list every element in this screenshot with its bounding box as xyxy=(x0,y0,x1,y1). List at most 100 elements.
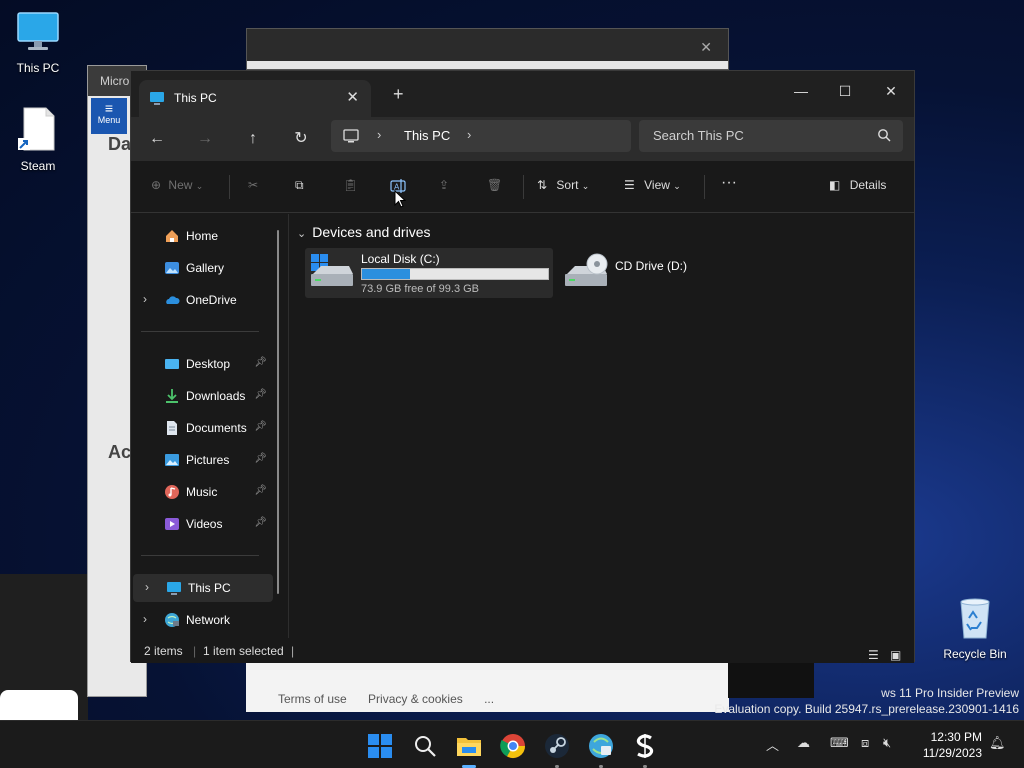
chrome-icon[interactable] xyxy=(498,731,528,761)
nav-label: Desktop xyxy=(186,357,231,371)
pin-icon[interactable]: 📌︎ xyxy=(254,357,267,368)
drive-free-space: 73.9 GB free of 99.3 GB xyxy=(361,283,480,295)
clock-date: 11/29/2023 xyxy=(922,746,982,760)
chevron-right-icon[interactable]: › xyxy=(377,127,381,142)
desktop-icon-recycle-bin[interactable]: Recycle Bin xyxy=(943,596,1007,661)
documents-icon xyxy=(164,420,180,436)
nav-divider xyxy=(141,555,259,556)
details-button[interactable]: ◧ Details xyxy=(829,178,886,198)
list-view-icon: ☰ xyxy=(868,648,879,662)
up-button[interactable]: ↑ xyxy=(242,129,264,151)
chevron-up-icon[interactable]: ︿ xyxy=(766,735,779,754)
sort-button[interactable]: ⇅ Sort ⌄ xyxy=(537,178,589,198)
file-explorer-window[interactable]: This PC ✕ + — ☐ ✕ ← → ↑ ↻ › This PC › Se… xyxy=(130,70,915,663)
nav-item-music[interactable]: Music 📌︎ xyxy=(131,478,271,506)
sort-icon: ⇅ xyxy=(537,178,548,192)
nav-item-downloads[interactable]: Downloads 📌︎ xyxy=(131,382,271,410)
see-more-button[interactable]: ··· xyxy=(721,174,737,194)
maximize-button[interactable]: ☐ xyxy=(825,77,865,105)
file-explorer-icon[interactable] xyxy=(454,731,484,761)
item-count: 2 items xyxy=(144,644,183,658)
copy-button[interactable]: ⧉ xyxy=(295,178,304,198)
nav-item-gallery[interactable]: Gallery xyxy=(131,254,271,282)
share-button[interactable]: ⇪ xyxy=(439,178,449,198)
refresh-button[interactable]: ↻ xyxy=(290,129,312,151)
nav-item-onedrive[interactable]: › OneDrive xyxy=(131,286,271,314)
pin-icon[interactable]: 📌︎ xyxy=(254,453,267,464)
paste-button[interactable]: 📋︎ xyxy=(343,178,358,198)
desktop-icon-this-pc[interactable]: This PC xyxy=(6,10,70,75)
search-input[interactable]: Search This PC xyxy=(639,120,903,152)
capacity-bar xyxy=(361,268,549,280)
navigation-scrollbar[interactable] xyxy=(277,230,279,594)
share-icon: ⇪ xyxy=(439,178,450,192)
breadcrumb-item[interactable]: This PC xyxy=(404,128,450,143)
terms-link[interactable]: Terms of use xyxy=(278,692,347,706)
nav-item-this-pc[interactable]: › This PC xyxy=(133,574,273,602)
chevron-right-icon[interactable]: › xyxy=(145,580,149,594)
pin-icon[interactable]: 📌︎ xyxy=(254,485,267,496)
desktop-icon-label: Steam xyxy=(20,159,56,173)
nav-item-network[interactable]: › Network xyxy=(131,606,271,634)
steam-icon[interactable] xyxy=(542,731,572,761)
sort-label: Sort xyxy=(556,178,579,192)
pin-icon[interactable]: 📌︎ xyxy=(254,421,267,432)
nav-item-videos[interactable]: Videos 📌︎ xyxy=(131,510,271,538)
group-header[interactable]: ⌄ Devices and drives xyxy=(297,224,431,240)
nav-item-pictures[interactable]: Pictures 📌︎ xyxy=(131,446,271,474)
clock[interactable]: 12:30 PM 11/29/2023 xyxy=(912,729,982,761)
breadcrumb[interactable]: › This PC › xyxy=(331,120,631,152)
tab-title: This PC xyxy=(174,91,217,105)
more-link[interactable]: ... xyxy=(484,692,494,706)
drive-name: Local Disk (C:) xyxy=(361,252,440,266)
desktop-icon-steam[interactable]: Steam xyxy=(6,106,70,173)
steam-shortcut-icon xyxy=(6,106,70,155)
search-icon[interactable] xyxy=(410,731,440,761)
minimize-button[interactable]: — xyxy=(781,77,821,105)
chevron-right-icon[interactable]: › xyxy=(467,127,471,142)
cut-button[interactable]: ✂ xyxy=(248,178,258,198)
close-tab-icon[interactable]: ✕ xyxy=(346,88,359,106)
nav-item-home[interactable]: Home xyxy=(131,222,271,250)
drive-cd-d[interactable]: CD Drive (D:) xyxy=(563,248,743,298)
content-pane: ⌄ Devices and drives Local Disk (C:) 73.9… xyxy=(289,214,914,638)
pin-icon[interactable]: 📌︎ xyxy=(254,517,267,528)
this-pc-icon xyxy=(166,580,182,596)
notification-bell-icon[interactable]: 🔔︎ xyxy=(989,735,1006,751)
chevron-right-icon[interactable]: › xyxy=(143,612,147,626)
menu-label: Menu xyxy=(97,115,121,125)
close-window-button[interactable]: ✕ xyxy=(871,77,911,105)
clock-time: 12:30 PM xyxy=(930,730,982,744)
background-heading: Ac xyxy=(108,442,132,462)
view-button[interactable]: ☰ View ⌄ xyxy=(624,178,681,198)
network-tray-icon[interactable]: ⧈ xyxy=(861,735,869,751)
keyboard-icon[interactable]: ⌨︎ xyxy=(830,735,849,751)
chevron-down-icon: ⌄ xyxy=(673,181,681,191)
nav-label: Downloads xyxy=(186,389,246,403)
tiles-view-icon: ▣ xyxy=(890,648,902,662)
start-icon[interactable] xyxy=(365,731,395,761)
pin-icon[interactable]: 📌︎ xyxy=(254,389,267,400)
chevron-down-icon: ⌄ xyxy=(581,181,590,191)
browser-icon[interactable] xyxy=(586,731,616,761)
search-placeholder: Search This PC xyxy=(653,128,744,143)
chevron-right-icon[interactable]: › xyxy=(143,292,147,306)
new-button[interactable]: ⊕ New ⌄ xyxy=(151,178,203,198)
details-pane-icon: ◧ xyxy=(829,178,841,192)
forward-button[interactable]: → xyxy=(194,129,216,151)
nav-item-documents[interactable]: Documents 📌︎ xyxy=(131,414,271,442)
volume-icon[interactable]: 🔇︎ xyxy=(883,735,891,751)
new-tab-button[interactable]: + xyxy=(393,84,404,105)
paste-icon: 📋︎ xyxy=(343,178,359,192)
onedrive-offline-icon[interactable]: ☁︎ xyxy=(797,735,810,751)
close-icon[interactable]: ✕ xyxy=(700,39,712,56)
delete-button[interactable]: 🗑︎ xyxy=(487,178,502,198)
scissors-icon: ✂ xyxy=(248,178,259,192)
menu-button[interactable]: ≡ Menu xyxy=(91,98,127,134)
app-s-icon[interactable] xyxy=(630,731,660,761)
tab-this-pc[interactable]: This PC ✕ xyxy=(139,80,371,117)
drive-local-disk-c[interactable]: Local Disk (C:) 73.9 GB free of 99.3 GB xyxy=(305,248,553,298)
privacy-link[interactable]: Privacy & cookies xyxy=(368,692,463,706)
back-button[interactable]: ← xyxy=(146,129,168,151)
nav-item-desktop[interactable]: Desktop 📌︎ xyxy=(131,350,271,378)
